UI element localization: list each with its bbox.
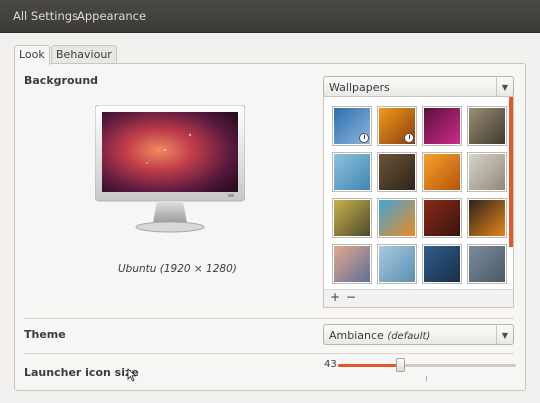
wallpaper-thumbnail[interactable] <box>423 245 461 283</box>
wallpaper-thumbnail[interactable] <box>378 107 416 145</box>
mouse-pointer-icon <box>127 368 137 382</box>
launcher-icon-size-label: Launcher icon size <box>24 366 139 379</box>
wallpaper-thumbnail[interactable] <box>333 153 371 191</box>
wallpaper-thumbnail[interactable] <box>333 199 371 237</box>
slider-fill <box>338 364 401 367</box>
wallpaper-thumbnail[interactable] <box>378 199 416 237</box>
theme-hint: (default) <box>387 331 431 342</box>
background-source-combo[interactable]: Wallpapers ▼ <box>323 76 514 97</box>
chevron-down-icon: ▼ <box>496 325 513 344</box>
launcher-icon-size-value: 43 <box>324 359 337 370</box>
launcher-icon-size-slider[interactable] <box>338 358 516 372</box>
wallpaper-thumbnail[interactable] <box>468 245 506 283</box>
tab-behaviour[interactable]: Behaviour <box>51 45 117 64</box>
appearance-breadcrumb[interactable]: Appearance <box>77 9 146 23</box>
wallpaper-gallery[interactable]: + − <box>323 96 514 308</box>
wallpaper-thumbnail[interactable] <box>468 199 506 237</box>
background-preview-monitor <box>94 104 246 241</box>
top-bar: All Settings Appearance <box>0 0 540 33</box>
slideshow-clock-icon <box>359 133 369 143</box>
tab-look[interactable]: Look <box>14 45 50 65</box>
all-settings-button[interactable]: All Settings <box>13 9 78 23</box>
theme-value: Ambiance <box>329 329 384 342</box>
chevron-down-icon: ▼ <box>496 77 513 96</box>
wallpaper-thumbnail[interactable] <box>333 245 371 283</box>
add-wallpaper-button[interactable]: + <box>328 291 342 305</box>
theme-combo[interactable]: Ambiance (default) ▼ <box>323 324 514 345</box>
wallpaper-thumbnail[interactable] <box>378 245 416 283</box>
theme-label: Theme <box>24 328 66 341</box>
background-label: Background <box>24 74 99 87</box>
wallpaper-thumbnail[interactable] <box>378 153 416 191</box>
slider-tick <box>426 376 427 381</box>
remove-wallpaper-button[interactable]: − <box>344 291 358 305</box>
background-preview-caption: Ubuntu (1920 × 1280) <box>118 263 237 275</box>
wallpaper-thumbnail[interactable] <box>333 107 371 145</box>
wallpaper-thumbnail[interactable] <box>468 153 506 191</box>
wallpaper-thumbnail[interactable] <box>423 199 461 237</box>
gallery-scrollbar[interactable] <box>509 97 513 247</box>
wallpaper-thumbnail[interactable] <box>468 107 506 145</box>
slider-handle[interactable] <box>396 358 406 372</box>
wallpaper-thumbnail[interactable] <box>423 153 461 191</box>
gallery-toolbar: + − <box>324 289 513 307</box>
slideshow-clock-icon <box>404 133 414 143</box>
divider <box>24 353 514 354</box>
background-source-value: Wallpapers <box>329 81 390 94</box>
wallpaper-thumbnail[interactable] <box>423 107 461 145</box>
divider <box>24 318 514 319</box>
